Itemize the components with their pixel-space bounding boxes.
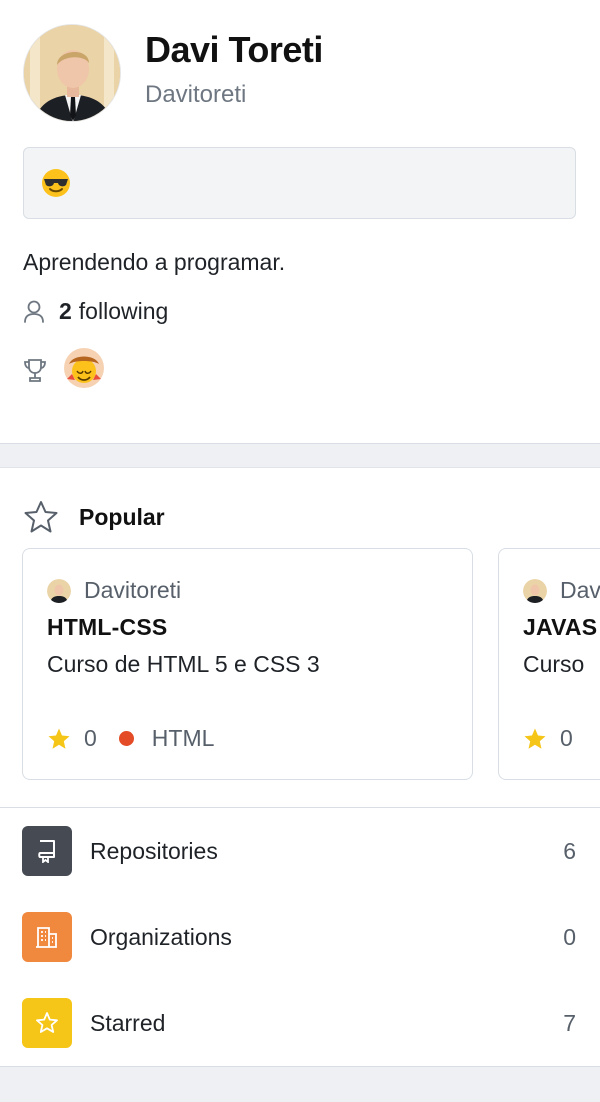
menu-item-repositories[interactable]: Repositories 6 xyxy=(0,808,600,894)
avatar[interactable] xyxy=(23,24,121,122)
profile-login: Davitoreti xyxy=(145,81,247,108)
achievements-row xyxy=(23,347,576,394)
profile-names: Davi Toreti Davitoreti xyxy=(145,29,323,109)
repo-icon xyxy=(22,826,72,876)
star-filled-icon xyxy=(524,728,546,749)
sunglasses-emoji-icon xyxy=(42,169,70,197)
repo-card[interactable]: Davitoreti HTML-CSS Curso de HTML 5 e CS… xyxy=(22,548,473,780)
menu-label: Repositories xyxy=(90,837,218,864)
repo-owner-name: Dav xyxy=(560,577,600,603)
profile-name: Davi Toreti xyxy=(145,29,323,70)
building-icon xyxy=(22,912,72,962)
star-outline-icon xyxy=(24,501,58,533)
repo-name: HTML-CSS xyxy=(47,614,168,640)
star-icon xyxy=(22,998,72,1048)
repo-card[interactable]: Dav JAVAS Curso 0 xyxy=(498,548,600,780)
menu-item-organizations[interactable]: Organizations 0 xyxy=(0,894,600,980)
repo-star-count: 0 xyxy=(560,725,573,751)
profile-header: Davi Toreti Davitoreti xyxy=(23,24,576,122)
repo-card-owner: Davitoreti xyxy=(47,577,472,604)
repo-meta: 0 xyxy=(523,725,573,752)
owner-avatar xyxy=(47,578,71,603)
popular-title: Popular xyxy=(79,503,165,530)
repo-language: HTML xyxy=(151,725,215,751)
section-divider xyxy=(0,444,600,468)
repo-meta: 0 HTML xyxy=(47,725,214,752)
trophy-icon xyxy=(24,358,46,382)
star-filled-icon xyxy=(48,728,70,749)
repo-owner-name: Davitoreti xyxy=(84,577,182,603)
following-link[interactable]: 2 following xyxy=(23,298,576,325)
repo-star-count: 0 xyxy=(84,725,97,751)
menu-item-starred[interactable]: Starred 7 xyxy=(0,980,600,1066)
status-box[interactable] xyxy=(23,147,576,219)
profile-bio: Aprendendo a programar. xyxy=(23,249,286,275)
menu-count: 6 xyxy=(563,837,576,864)
menu-label: Organizations xyxy=(90,923,232,950)
menu-count: 7 xyxy=(563,1009,576,1036)
repo-description: Curso xyxy=(523,651,585,677)
bottom-gap xyxy=(0,1066,600,1102)
person-icon xyxy=(24,300,44,323)
repo-name: JAVAS xyxy=(523,614,598,640)
achievement-badge[interactable] xyxy=(63,347,105,394)
following-label: following xyxy=(78,298,169,324)
repo-card-owner: Dav xyxy=(523,577,600,604)
profile-menu: Repositories 6 Organizations 0 Starred 7 xyxy=(0,808,600,1066)
cowboy-badge-icon xyxy=(64,348,104,388)
profile-section: Davi Toreti Davitoreti Aprendendo a prog… xyxy=(0,0,600,444)
menu-count: 0 xyxy=(563,923,576,950)
avatar-image xyxy=(24,25,120,121)
menu-label: Starred xyxy=(90,1009,166,1036)
popular-header: Popular xyxy=(0,468,600,548)
language-color-dot xyxy=(118,731,134,746)
following-count: 2 xyxy=(59,298,72,324)
owner-avatar xyxy=(523,578,547,603)
popular-section: Popular Davitoreti HTML-CSS Curso de HTM… xyxy=(0,468,600,808)
repo-description: Curso de HTML 5 e CSS 3 xyxy=(47,651,320,677)
